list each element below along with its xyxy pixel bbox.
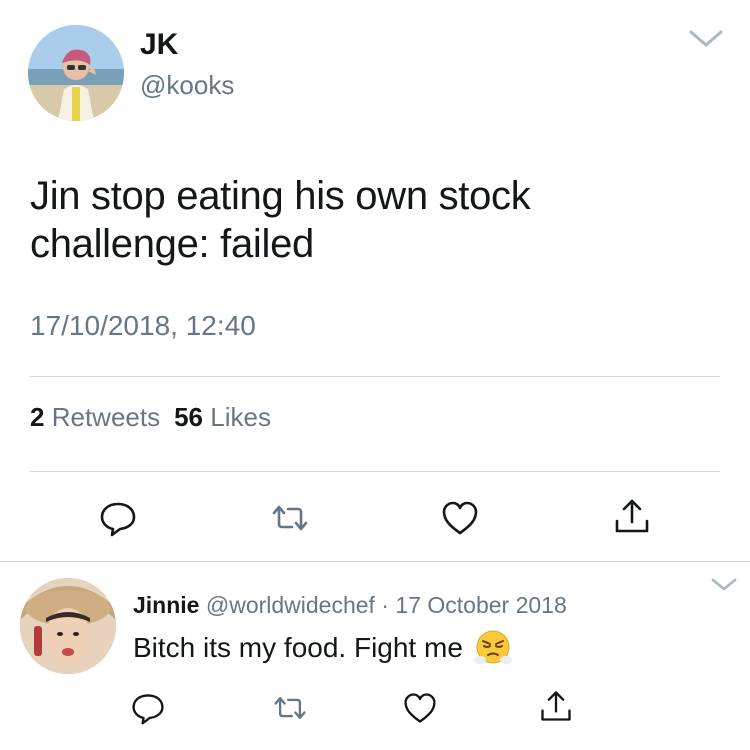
likes-count: 56: [174, 402, 204, 432]
retweets-label: Retweets: [51, 402, 161, 432]
share-icon[interactable]: [612, 496, 652, 536]
tweet-stats: 2 Retweets 56 Likes: [30, 402, 271, 433]
divider: [0, 561, 750, 562]
reply-author-handle[interactable]: @worldwidechef: [206, 592, 375, 618]
author-handle[interactable]: @kooks: [140, 70, 234, 101]
heart-icon[interactable]: [402, 690, 438, 726]
chevron-down-icon[interactable]: [710, 576, 738, 594]
retweet-icon[interactable]: [272, 690, 308, 726]
reply-date[interactable]: 17 October 2018: [395, 592, 566, 618]
chevron-down-icon[interactable]: [688, 28, 724, 50]
reply-author-name[interactable]: Jinnie: [133, 592, 199, 618]
heart-icon[interactable]: [440, 498, 480, 538]
divider: [30, 376, 720, 377]
reply-text: Bitch its my food. Fight me: [133, 632, 463, 663]
author-name[interactable]: JK: [140, 28, 178, 62]
share-icon[interactable]: [538, 688, 574, 724]
retweets-count: 2: [30, 402, 45, 432]
tweet-text: Jin stop eating his own stock challenge:…: [30, 174, 531, 266]
reply-icon[interactable]: [130, 690, 166, 726]
retweets-link[interactable]: 2 Retweets: [30, 402, 160, 432]
reply-header: Jinnie @worldwidechef · 17 October 2018: [133, 592, 567, 619]
reply-icon[interactable]: [98, 498, 138, 538]
retweet-icon[interactable]: [270, 498, 310, 538]
reply-text-row: Bitch its my food. Fight me: [133, 628, 513, 668]
reply-author-avatar[interactable]: [20, 578, 116, 674]
likes-link[interactable]: 56 Likes: [174, 402, 271, 432]
tweet-timestamp: 17/10/2018, 12:40: [30, 310, 256, 341]
divider: [30, 471, 720, 472]
reply-separator: ·: [381, 592, 390, 618]
face-with-steam-from-nose-icon: [473, 628, 513, 668]
author-avatar[interactable]: [28, 25, 124, 121]
likes-label: Likes: [210, 402, 271, 432]
